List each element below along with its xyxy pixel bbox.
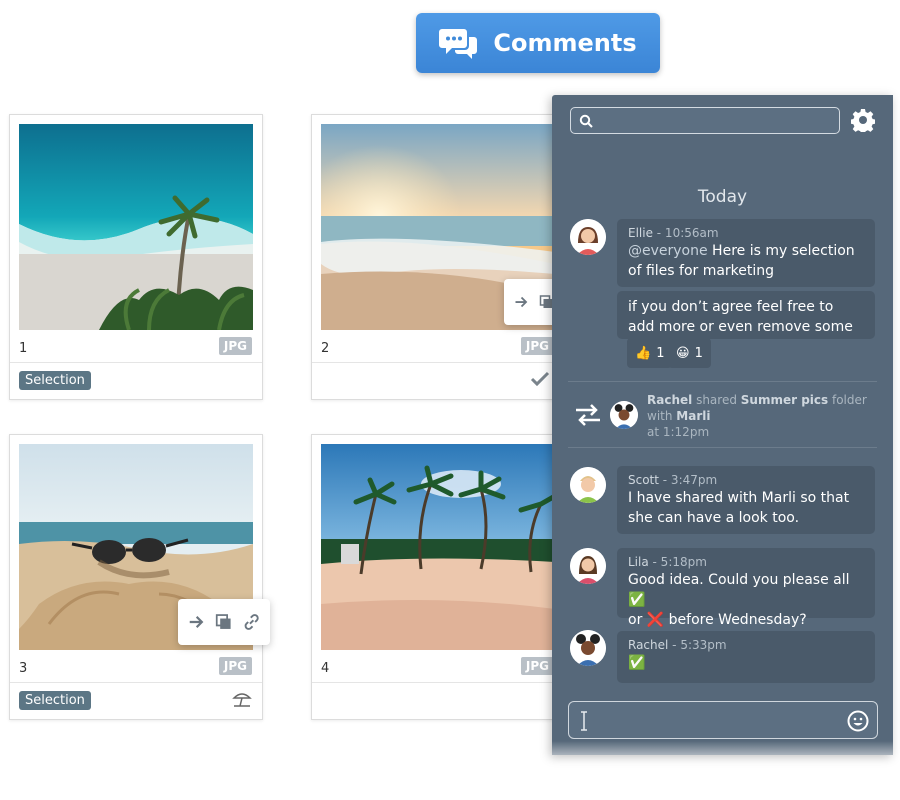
search-input[interactable]: [570, 107, 840, 134]
file-card[interactable]: 3 JPG Selection: [9, 434, 270, 720]
search-icon: [579, 114, 593, 128]
file-number: 3: [19, 661, 28, 676]
day-separator: Today: [697, 187, 748, 207]
beach-umbrella-icon[interactable]: [232, 689, 252, 709]
share-actor[interactable]: Rachel: [647, 393, 692, 407]
reaction-grin[interactable]: 😀 1: [668, 338, 711, 368]
avatar[interactable]: [570, 467, 606, 503]
check-mark-icon: ✅: [628, 655, 646, 671]
message-text: or: [628, 612, 647, 628]
link-icon[interactable]: [243, 612, 260, 632]
message-bubble: if you don’t agree feel free to add more…: [617, 291, 875, 339]
smiley-icon[interactable]: [847, 710, 869, 732]
file-type-badge: JPG: [218, 337, 252, 355]
share-with-label: with: [647, 409, 677, 423]
selection-tag[interactable]: Selection: [19, 691, 91, 710]
message-text: before Wednesday?: [664, 612, 807, 628]
mention[interactable]: @everyone: [628, 243, 708, 259]
share-recipient[interactable]: Marli: [676, 409, 710, 423]
check-icon[interactable]: [530, 369, 550, 389]
message-time: - 5:18pm: [648, 555, 707, 569]
share-event: Rachel shared Summer pics folder with Ma…: [647, 392, 867, 440]
divider: [312, 362, 564, 363]
cross-mark-icon: ❌: [646, 612, 665, 628]
panel-fade: [552, 741, 893, 755]
file-number: 4: [321, 661, 330, 676]
message-time: - 3:47pm: [658, 473, 718, 487]
share-suffix: folder: [828, 393, 867, 407]
divider: [10, 362, 262, 363]
file-actions-bar: [178, 599, 270, 645]
message-bubble: Ellie - 10:56am @everyone Here is my sel…: [617, 219, 875, 287]
shared-folder-link[interactable]: Summer pics: [741, 393, 828, 407]
divider: [10, 682, 262, 683]
thumbnail-image[interactable]: [19, 124, 253, 330]
file-type-badge: JPG: [218, 657, 252, 675]
reaction-count: 1: [694, 345, 703, 361]
gear-icon[interactable]: [851, 108, 875, 132]
share-time: at 1:12pm: [647, 425, 710, 439]
file-type-badge: JPG: [520, 337, 554, 355]
message-author[interactable]: Ellie: [628, 226, 653, 240]
avatar[interactable]: [570, 219, 606, 255]
message-author[interactable]: Lila: [628, 555, 649, 569]
comments-label: Comments: [493, 29, 637, 57]
divider: [568, 447, 877, 448]
file-card[interactable]: 4 JPG: [311, 434, 565, 720]
file-card[interactable]: 1 JPG Selection: [9, 114, 263, 400]
avatar[interactable]: [570, 548, 606, 584]
arrow-right-icon[interactable]: [188, 612, 205, 632]
arrow-right-icon[interactable]: [514, 292, 529, 312]
text-cursor-icon: [581, 711, 587, 731]
file-type-badge: JPG: [520, 657, 554, 675]
selection-tag[interactable]: Selection: [19, 371, 91, 390]
message-author[interactable]: Rachel: [628, 638, 668, 652]
reaction-count: 1: [656, 345, 665, 361]
comments-panel: Today Ellie - 10:56am @everyone Here is …: [552, 95, 893, 755]
message-bubble: Lila - 5:18pm Good idea. Could you pleas…: [617, 548, 875, 628]
thumbnail-image[interactable]: [321, 444, 555, 650]
avatar[interactable]: [610, 401, 638, 429]
swap-icon: [576, 404, 600, 426]
share-verb: shared: [692, 393, 741, 407]
copy-icon[interactable]: [215, 612, 232, 632]
divider: [568, 381, 877, 382]
message-time: - 5:33pm: [668, 638, 727, 652]
message-text: I have shared with Marli so that she can…: [628, 490, 850, 526]
reaction-thumbs-up[interactable]: 👍 1: [627, 338, 673, 368]
message-bubble: Scott - 3:47pm I have shared with Marli …: [617, 466, 875, 534]
comments-button[interactable]: Comments: [416, 13, 660, 73]
grin-icon: 😀: [676, 345, 690, 361]
avatar[interactable]: [570, 630, 606, 666]
comment-input[interactable]: [568, 701, 878, 739]
message-text: Good idea. Could you please all: [628, 572, 850, 588]
message-bubble: Rachel - 5:33pm ✅: [617, 631, 875, 683]
message-author[interactable]: Scott: [628, 473, 659, 487]
thumbs-up-icon: 👍: [635, 345, 652, 361]
message-text: if you don’t agree feel free to add more…: [628, 299, 853, 335]
divider: [312, 682, 564, 683]
file-card[interactable]: 2 JPG: [311, 114, 565, 400]
file-number: 2: [321, 341, 330, 356]
file-number: 1: [19, 341, 28, 356]
check-mark-icon: ✅: [628, 592, 646, 608]
comments-icon: [439, 29, 478, 59]
message-time: - 10:56am: [652, 226, 719, 240]
